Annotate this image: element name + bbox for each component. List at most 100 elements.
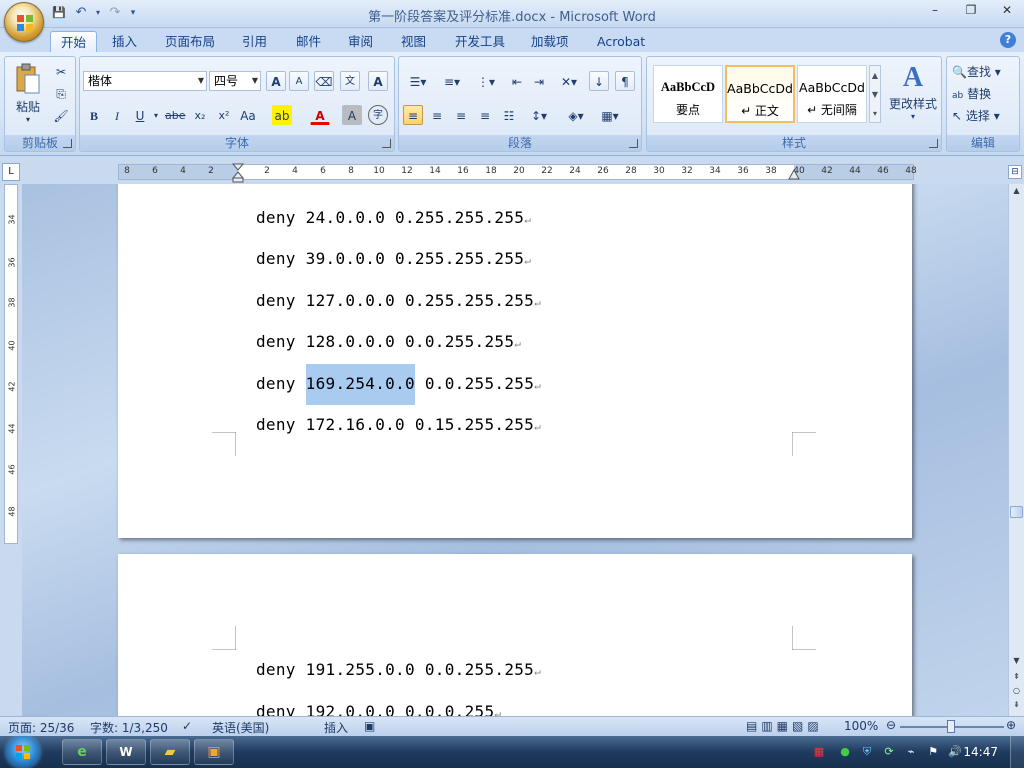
taskbar-app-icon[interactable]: ▰ (150, 739, 190, 765)
style-no-spacing[interactable]: AaBbCcDd ↵ 无间隔 (797, 65, 867, 123)
enclose-char-button[interactable]: 字 (368, 105, 388, 125)
style-emphasis[interactable]: AaBbCcD 要点 (653, 65, 723, 123)
zoom-level[interactable]: 100% (844, 719, 878, 733)
zoom-in-icon[interactable]: ⊕ (1006, 718, 1016, 732)
tab-view[interactable]: 视图 (391, 31, 436, 52)
borders-icon[interactable]: ▦▾ (595, 105, 625, 125)
tab-review[interactable]: 审阅 (338, 31, 383, 52)
minimize-button[interactable]: – (924, 3, 946, 17)
show-marks-icon[interactable]: ¶ (615, 71, 635, 91)
tray-app-icon[interactable]: ⟳ (882, 745, 896, 759)
vertical-ruler[interactable]: 34 36 38 40 42 44 46 48 (4, 184, 18, 544)
increase-indent-icon[interactable]: ⇥ (529, 71, 549, 91)
macro-record-icon[interactable]: ▣ (364, 719, 375, 733)
scroll-up-icon[interactable]: ▲ (1010, 184, 1023, 198)
numbering-icon[interactable]: ≡▾ (437, 71, 467, 91)
bullets-icon[interactable]: ☰▾ (403, 71, 433, 91)
clipboard-launcher-icon[interactable] (63, 139, 72, 148)
next-page-icon[interactable]: ⇟ (1010, 698, 1023, 712)
underline-dropdown-icon[interactable]: ▾ (146, 105, 166, 125)
tray-usb-icon[interactable]: ⌁ (904, 745, 918, 759)
style-normal[interactable]: AaBbCcDd ↵ 正文 (725, 65, 795, 123)
horizontal-ruler[interactable]: 8 6 4 2 2 4 6 8 10 12 14 16 18 20 22 24 26 28 30 32 34 36 38 40… (118, 163, 917, 183)
replace-button[interactable]: ab 替换 (951, 83, 1017, 103)
document-line[interactable]: deny 191.255.0.0 0.0.255.255↵ (256, 660, 541, 679)
start-button[interactable] (6, 736, 40, 768)
align-right-icon[interactable]: ≡ (451, 105, 471, 125)
char-shading-button[interactable]: A (342, 105, 362, 125)
tab-insert[interactable]: 插入 (102, 31, 147, 52)
shrink-font-button[interactable]: A (289, 71, 309, 91)
copy-icon[interactable]: ⎘ (51, 83, 71, 103)
scrollbar-thumb[interactable] (1010, 506, 1023, 518)
insert-mode[interactable]: 插入 (324, 719, 348, 736)
cut-icon[interactable]: ✂ (51, 61, 71, 81)
italic-button[interactable]: I (107, 105, 127, 125)
format-painter-icon[interactable]: 🖌 (51, 105, 71, 125)
change-styles-button[interactable]: A 更改样式 ▾ (887, 61, 939, 131)
clock[interactable]: 14:47 (963, 745, 998, 759)
zoom-out-icon[interactable]: ⊖ (886, 718, 896, 732)
decrease-indent-icon[interactable]: ⇤ (507, 71, 527, 91)
tab-references[interactable]: 引用 (232, 31, 277, 52)
phonetic-guide-button[interactable]: 文 (340, 71, 360, 91)
strikethrough-button[interactable]: abe (164, 105, 187, 125)
document-line[interactable]: deny 39.0.0.0 0.255.255.255↵ (256, 249, 531, 268)
tray-security-icon[interactable]: ▦ (812, 745, 826, 759)
asian-layout-icon[interactable]: ✕▾ (555, 71, 583, 91)
sort-icon[interactable]: ↓ (589, 71, 609, 91)
paragraph-launcher-icon[interactable] (629, 139, 638, 148)
document-page[interactable]: deny 191.255.0.0 0.0.255.255↵ deny 192.0.… (118, 554, 912, 716)
tray-network-icon[interactable]: ● (838, 745, 852, 759)
subscript-button[interactable]: x₂ (190, 105, 210, 125)
tray-flag-icon[interactable]: ⚑ (926, 745, 940, 759)
restore-button[interactable]: ❐ (960, 3, 982, 17)
change-case-button[interactable]: Aa (238, 105, 258, 125)
view-buttons[interactable]: ▤▥▦▧▨ (746, 719, 823, 733)
document-line[interactable]: deny 127.0.0.0 0.255.255.255↵ (256, 291, 541, 310)
scroll-down-icon[interactable]: ▼ (1010, 654, 1023, 668)
show-desktop-button[interactable] (1010, 736, 1024, 768)
clear-format-icon[interactable]: ⌫ (314, 71, 334, 91)
font-color-button[interactable]: A (310, 105, 330, 125)
font-launcher-icon[interactable] (382, 139, 391, 148)
tab-mailings[interactable]: 邮件 (286, 31, 331, 52)
document-area[interactable]: deny 24.0.0.0 0.255.255.255↵ deny 39.0.0.… (22, 184, 1008, 716)
paste-button[interactable]: 粘贴 ▾ (11, 61, 45, 127)
office-button[interactable] (4, 2, 44, 42)
tab-addins[interactable]: 加载项 (521, 31, 579, 52)
multilevel-list-icon[interactable]: ⋮▾ (471, 71, 501, 91)
indent-marker-icon[interactable] (232, 163, 244, 183)
tab-acrobat[interactable]: Acrobat (587, 31, 655, 52)
document-line[interactable]: deny 192.0.0.0 0.0.0.255↵ (256, 702, 501, 716)
proofing-icon[interactable]: ✓ (182, 719, 192, 733)
right-indent-marker-icon[interactable] (788, 169, 800, 181)
tab-page-layout[interactable]: 页面布局 (155, 31, 225, 52)
justify-icon[interactable]: ≡ (475, 105, 495, 125)
document-line[interactable]: deny 128.0.0.0 0.0.255.255↵ (256, 332, 521, 351)
taskbar-ie-icon[interactable]: e (62, 739, 102, 765)
page-count[interactable]: 页面: 25/36 (8, 719, 74, 736)
taskbar-word-icon[interactable]: W (106, 739, 146, 765)
select-browse-object-icon[interactable]: ○ (1010, 684, 1023, 698)
align-left-icon[interactable]: ≡ (403, 105, 423, 125)
zoom-slider-knob[interactable] (947, 720, 955, 733)
word-count[interactable]: 字数: 1/3,250 (90, 719, 168, 736)
document-line[interactable]: deny 24.0.0.0 0.255.255.255↵ (256, 208, 531, 227)
view-ruler-icon[interactable]: ⊟ (1008, 165, 1022, 179)
find-button[interactable]: 🔍查找 ▾ (951, 61, 1017, 81)
vertical-scrollbar[interactable]: ▲ ▼ ⇞ ○ ⇟ (1008, 184, 1024, 716)
previous-page-icon[interactable]: ⇞ (1010, 670, 1023, 684)
line-spacing-icon[interactable]: ↕▾ (525, 105, 553, 125)
styles-scroll[interactable]: ▲ ▼ ▾ (869, 65, 881, 123)
distributed-icon[interactable]: ☷ (499, 105, 519, 125)
shading-icon[interactable]: ◈▾ (561, 105, 591, 125)
char-border-button[interactable]: A (368, 71, 388, 91)
tray-shield-icon[interactable]: ⛨ (860, 745, 874, 759)
close-button[interactable]: ✕ (996, 3, 1018, 17)
taskbar-window-icon[interactable]: ▣ (194, 739, 234, 765)
superscript-button[interactable]: x² (214, 105, 234, 125)
select-button[interactable]: ↖ 选择 ▾ (951, 105, 1017, 125)
document-page[interactable]: deny 24.0.0.0 0.255.255.255↵ deny 39.0.0.… (118, 184, 912, 538)
grow-font-button[interactable]: A (266, 71, 286, 91)
